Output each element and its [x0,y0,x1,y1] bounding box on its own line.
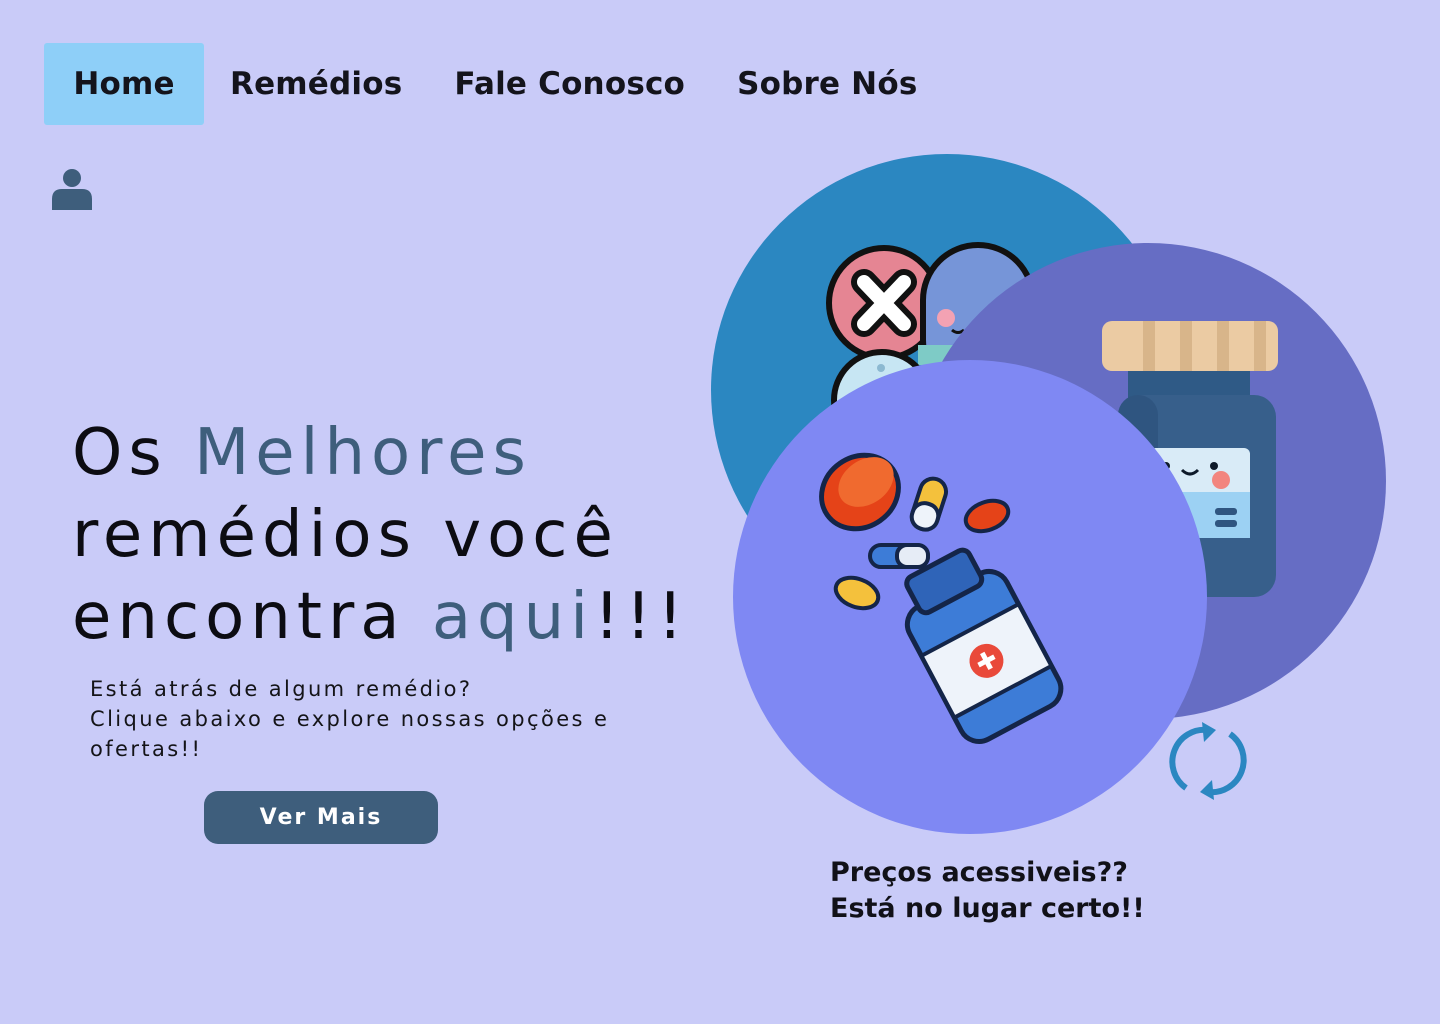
hero-subtitle: Está atrás de algum remédio? Clique abai… [90,674,700,764]
yellow-capsule-icon [909,476,949,532]
orange-cap-icon [819,452,901,532]
subtitle-line: Está atrás de algum remédio? [90,677,473,701]
medicine-jar-icon [1102,321,1278,597]
title-exclamation: !!! [594,580,689,654]
orange-tablet-icon [963,498,1011,534]
white-pill-icon [831,349,933,451]
nav-remedios[interactable]: Remédios [204,43,428,125]
smiling-capsule-icon [918,242,1036,398]
main-nav: Home Remédios Fale Conosco Sobre Nós [44,43,943,125]
nav-fale-conosco[interactable]: Fale Conosco [428,43,711,125]
nav-home[interactable]: Home [44,43,204,125]
user-icon[interactable] [52,168,92,210]
promo-text: Preços acessiveis?? Está no lugar certo!… [830,855,1250,927]
title-text-1: Os [72,416,195,490]
hero-title: Os Melhores remédios você encontra aqui!… [72,412,712,658]
spilled-pill-bottle-icon [868,543,1064,744]
circle-periwinkle [733,360,1207,834]
title-accent-melhores: Melhores [194,416,532,490]
subtitle-line: ofertas!! [90,737,203,761]
promo-line: Está no lugar certo!! [830,893,1145,924]
nav-sobre-nos[interactable]: Sobre Nós [711,43,943,125]
red-cross-pill-icon [826,245,942,361]
circle-blue [711,154,1183,626]
circle-indigo [910,243,1386,719]
subtitle-line: Clique abaixo e explore nossas opções e [90,707,610,731]
promo-line: Preços acessiveis?? [830,857,1128,888]
yellow-tablet-icon [833,575,881,611]
title-accent-aqui: aqui [431,580,594,654]
ver-mais-button[interactable]: Ver Mais [204,791,438,844]
title-text-3: encontra [72,580,432,654]
title-text-2: remédios você [72,498,619,572]
refresh-icon[interactable] [1169,722,1247,800]
